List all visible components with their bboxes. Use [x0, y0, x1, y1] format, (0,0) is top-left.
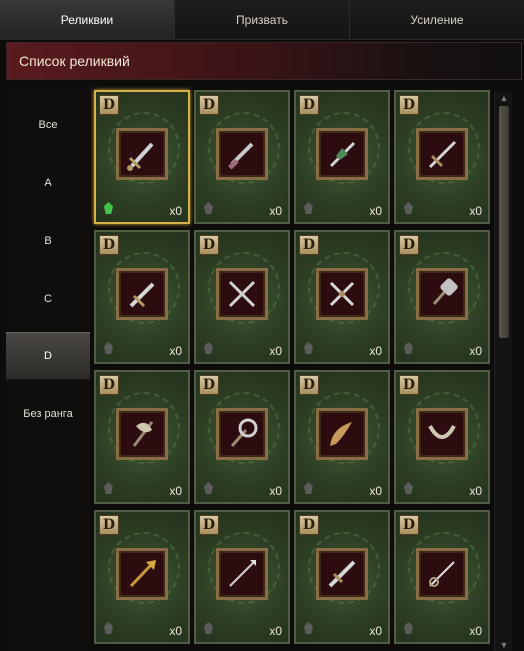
rank-badge: D [199, 235, 219, 255]
relic-icon-frame [216, 128, 268, 180]
rank-badge: D [99, 235, 119, 255]
relic-card[interactable]: Dx0 [94, 90, 190, 224]
rank-badge: D [99, 375, 119, 395]
crossed-swords-icon [228, 280, 256, 308]
rank-badge: D [399, 95, 419, 115]
relic-icon-frame [116, 408, 168, 460]
rank-badge: D [299, 235, 319, 255]
relic-icon-frame [416, 548, 468, 600]
greatsword-icon [328, 560, 356, 588]
relic-card[interactable]: Dx0 [394, 510, 490, 644]
ornate-sword-icon [329, 141, 356, 168]
relic-count: x0 [369, 624, 382, 638]
page-title: Список реликвий [19, 53, 130, 69]
relic-count: x0 [269, 344, 282, 358]
relic-icon-frame [416, 268, 468, 320]
relic-icon-frame [116, 548, 168, 600]
relic-icon-frame [116, 128, 168, 180]
filter-rank-c[interactable]: C [6, 276, 90, 322]
rank-badge: D [299, 95, 319, 115]
relic-count: x0 [169, 484, 182, 498]
rank-badge: D [99, 95, 119, 115]
filter-no-rank[interactable]: Без ранга [6, 391, 90, 437]
relic-icon-frame [316, 548, 368, 600]
relic-card[interactable]: Dx0 [394, 90, 490, 224]
scroll-down-icon[interactable]: ▼ [498, 640, 510, 650]
dagger-icon [228, 142, 254, 170]
relic-count: x0 [369, 344, 382, 358]
relic-card[interactable]: Dx0 [194, 510, 290, 644]
relic-card[interactable]: Dx0 [94, 230, 190, 364]
tab-summon[interactable]: Призвать [175, 0, 350, 39]
horn-blade-icon [330, 422, 352, 446]
crossed-blades-icon [329, 281, 355, 307]
tab-bar: Реликвии Призвать Усиление [0, 0, 524, 40]
scroll-thumb[interactable] [499, 106, 509, 338]
relic-card[interactable]: Dx0 [394, 230, 490, 364]
battle-axe-icon [132, 421, 154, 447]
short-sword-icon [127, 142, 154, 171]
rank-badge: D [199, 95, 219, 115]
relic-icon-frame [116, 268, 168, 320]
scrollbar[interactable]: ▲ ▼ [494, 92, 512, 651]
relic-card[interactable]: Dx0 [294, 510, 390, 644]
relic-icon-frame [216, 268, 268, 320]
relic-icon-frame [416, 128, 468, 180]
relic-count: x0 [469, 344, 482, 358]
filter-rank-d[interactable]: D [6, 332, 90, 380]
relic-count: x0 [469, 204, 482, 218]
rank-filter-panel: Все A B C D Без ранга [6, 84, 90, 651]
filter-all[interactable]: Все [6, 102, 90, 148]
relic-icon-frame [216, 548, 268, 600]
filter-rank-a[interactable]: A [6, 160, 90, 206]
relic-card[interactable]: Dx0 [94, 510, 190, 644]
rank-badge: D [99, 515, 119, 535]
long-sword-icon [428, 140, 457, 169]
relic-count: x0 [269, 624, 282, 638]
relic-icon-frame [416, 408, 468, 460]
relic-card[interactable]: Dx0 [294, 90, 390, 224]
relic-list-header: Список реликвий [6, 42, 522, 80]
relic-card[interactable]: Dx0 [194, 230, 290, 364]
relic-count: x0 [469, 484, 482, 498]
rank-badge: D [299, 515, 319, 535]
spear-icon [229, 560, 256, 587]
relic-card[interactable]: Dx0 [394, 370, 490, 504]
relic-card[interactable]: Dx0 [194, 90, 290, 224]
rank-badge: D [299, 375, 319, 395]
relic-count: x0 [369, 204, 382, 218]
rank-badge: D [399, 375, 419, 395]
scroll-up-icon[interactable]: ▲ [498, 93, 510, 103]
relic-count: x0 [169, 624, 182, 638]
tab-enhance[interactable]: Усиление [350, 0, 524, 39]
tab-relics[interactable]: Реликвии [0, 0, 175, 39]
relic-count: x0 [169, 344, 182, 358]
relic-count: x0 [169, 204, 182, 218]
relic-card[interactable]: Dx0 [294, 370, 390, 504]
relic-card[interactable]: Dx0 [94, 370, 190, 504]
filter-rank-b[interactable]: B [6, 218, 90, 264]
relic-count: x0 [369, 484, 382, 498]
relic-count: x0 [269, 484, 282, 498]
relic-icon-frame [316, 268, 368, 320]
relic-icon-frame [216, 408, 268, 460]
rank-badge: D [199, 375, 219, 395]
relic-count: x0 [469, 624, 482, 638]
mace-icon [230, 418, 258, 447]
rank-badge: D [199, 515, 219, 535]
relic-grid: Dx0 Dx0 Dx0 Dx0 Dx0 Dx0 Dx0 Dx0 Dx0 Dx0 Dx0 Dx0 Dx0 D… [90, 84, 494, 651]
warhammer-icon [432, 278, 458, 305]
broadsword-icon [129, 282, 155, 308]
relic-card[interactable]: Dx0 [194, 370, 290, 504]
relic-count: x0 [269, 204, 282, 218]
relic-icon-frame [316, 128, 368, 180]
trident-icon [129, 560, 156, 588]
relic-card[interactable]: Dx0 [294, 230, 390, 364]
curved-blade-icon [428, 424, 456, 439]
relic-icon-frame [316, 408, 368, 460]
rank-badge: D [399, 235, 419, 255]
rapier-icon [429, 561, 455, 587]
rank-badge: D [399, 515, 419, 535]
